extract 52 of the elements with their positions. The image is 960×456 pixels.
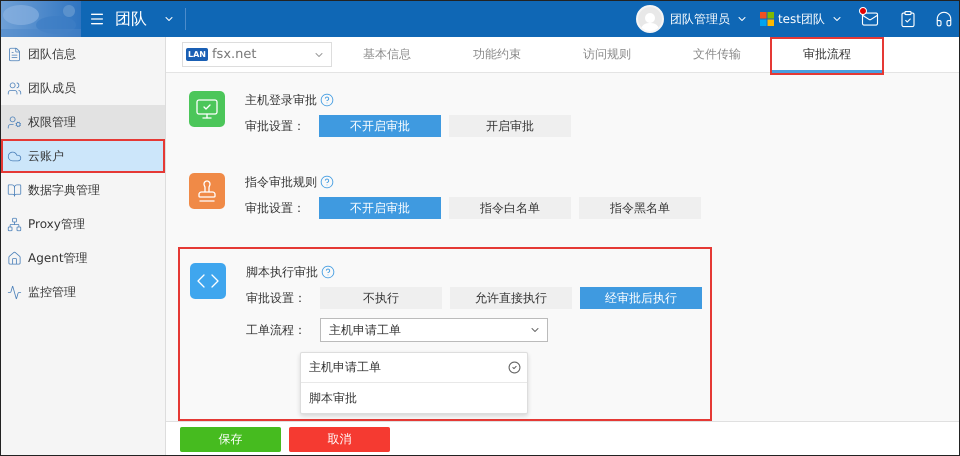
site-select[interactable]: LAN fsx.net [182,42,332,67]
help-icon[interactable] [321,265,335,279]
people-icon [7,80,22,96]
sidebar-item[interactable]: 团队成员 [1,71,165,105]
option-button[interactable]: 开启审批 [449,115,571,137]
team-menu[interactable]: test团队 [778,10,843,28]
activity-icon [7,284,22,300]
team-logo-icon [760,12,774,26]
sidebar-item[interactable]: 监控管理 [1,275,165,309]
avatar-icon [636,5,664,33]
headset-icon[interactable] [935,10,953,28]
lan-badge: LAN [186,48,208,61]
sidebar-item[interactable]: 权限管理 [1,105,165,139]
tab[interactable]: 功能约束 [442,38,552,72]
tab[interactable]: 文件传输 [662,38,772,72]
section-title: 主机登录审批 [245,92,317,108]
tab[interactable]: 访问规则 [552,38,662,72]
user-gear-icon [7,114,22,130]
clipboard-icon[interactable] [899,10,917,28]
menu-icon[interactable] [89,11,105,27]
section-title: 脚本执行审批 [246,264,318,280]
cloud-icon [7,148,22,164]
field-label: 审批设置： [246,290,307,306]
user-menu[interactable]: 团队管理员 [670,10,748,28]
mail-icon[interactable] [861,10,879,28]
tab[interactable]: 审批流程 [772,38,882,72]
sidebar-item[interactable]: Proxy管理 [1,207,165,241]
option-button[interactable]: 允许直接执行 [450,287,572,309]
network-icon [7,216,22,232]
option-button[interactable]: 指令白名单 [449,197,571,219]
workflow-select[interactable]: 主机申请工单 [320,318,548,342]
dropdown-option[interactable]: 脚本审批 [301,383,527,413]
house-icon [7,250,22,266]
field-label: 审批设置： [245,200,306,216]
cancel-button[interactable]: 取消 [289,427,390,452]
book-icon [7,182,22,198]
document-icon [7,46,22,62]
section-title: 指令审批规则 [245,174,317,190]
field-label: 审批设置： [245,118,306,134]
tab[interactable]: 基本信息 [332,38,442,72]
sidebar-item[interactable]: 团队信息 [1,37,165,71]
help-icon[interactable] [320,175,334,189]
check-icon [508,361,521,374]
dropdown-option[interactable]: 主机申请工单 [301,353,527,383]
option-button[interactable]: 不执行 [320,287,442,309]
sidebar-item[interactable]: 数据字典管理 [1,173,165,207]
field-label: 工单流程： [246,322,307,338]
sidebar-item[interactable]: 云账户 [1,139,165,173]
help-icon[interactable] [320,93,334,107]
option-button[interactable]: 指令黑名单 [579,197,701,219]
sidebar-item[interactable]: Agent管理 [1,241,165,275]
module-switcher[interactable]: 团队 [115,8,186,30]
